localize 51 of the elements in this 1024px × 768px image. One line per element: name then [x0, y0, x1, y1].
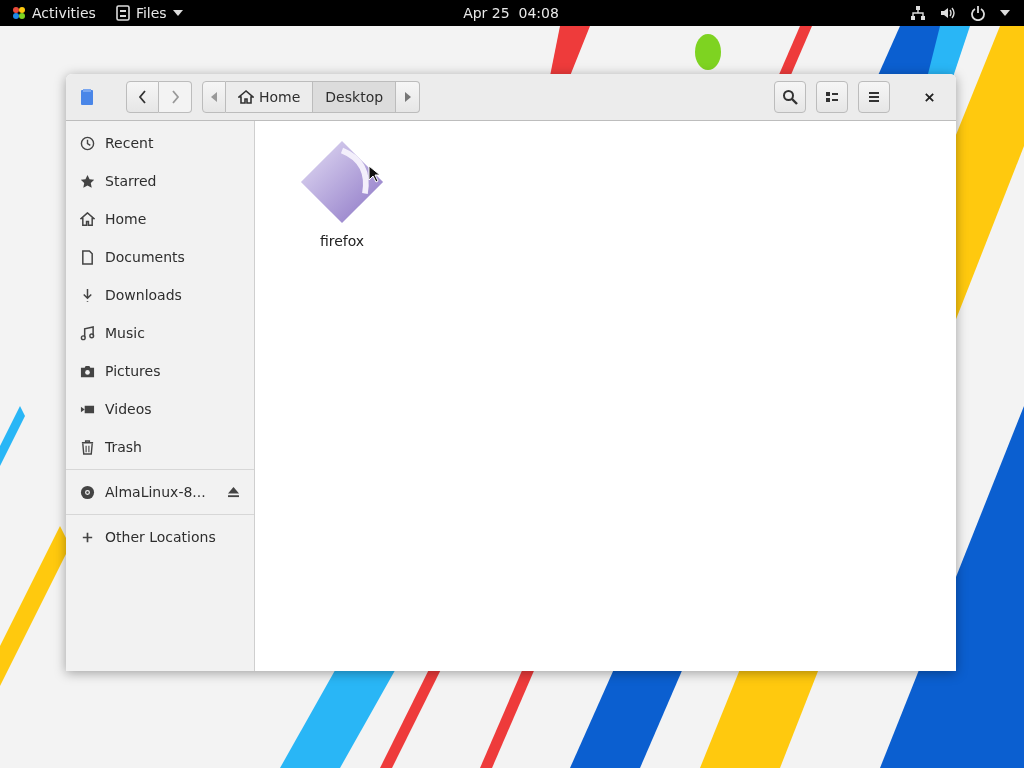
logo-icon [12, 6, 26, 20]
app-menu[interactable]: Files [115, 5, 183, 21]
gear-diamond-icon [299, 139, 385, 225]
sidebar-item[interactable]: Pictures [66, 352, 254, 390]
path-button[interactable]: Desktop [313, 81, 397, 113]
menu-icon [866, 89, 882, 105]
home-icon [80, 211, 95, 227]
network-icon[interactable] [910, 5, 926, 21]
home-icon [238, 90, 254, 104]
back-button[interactable] [126, 81, 159, 113]
file-item[interactable]: firefox [299, 139, 385, 249]
sidebar-item[interactable]: AlmaLinux-8... [66, 473, 254, 511]
sidebar-item[interactable]: Recent [66, 124, 254, 162]
scroll-left-button[interactable] [202, 81, 226, 113]
sidebar-item[interactable]: Starred [66, 162, 254, 200]
disc-icon [80, 484, 95, 500]
menu-button[interactable] [858, 81, 890, 113]
chevron-left-icon [137, 90, 148, 104]
close-icon [923, 91, 935, 103]
cabinet-icon [115, 5, 130, 21]
power-icon[interactable] [970, 5, 986, 21]
trash-icon [80, 439, 95, 455]
caret-icon [172, 10, 183, 16]
volume-icon[interactable] [940, 5, 956, 21]
activities-button[interactable]: Activities [32, 5, 96, 21]
clock[interactable]: Apr 25 04:08 [463, 5, 559, 21]
search-icon [782, 89, 798, 105]
camera-icon [80, 363, 95, 379]
star-icon [80, 173, 95, 189]
mouse-pointer-icon [368, 165, 380, 183]
path-button[interactable]: Home [226, 81, 314, 113]
sidebar-item[interactable]: Downloads [66, 276, 254, 314]
sidebar-item[interactable]: Documents [66, 238, 254, 276]
triangle-right-icon [404, 92, 411, 102]
sidebar-item[interactable]: Music [66, 314, 254, 352]
music-icon [80, 325, 95, 341]
file-manager-icon [80, 89, 94, 105]
eject-icon[interactable] [227, 486, 240, 498]
caret-icon[interactable] [1000, 10, 1010, 16]
triangle-left-icon [211, 92, 217, 102]
sidebar-item[interactable]: Other Locations [66, 518, 254, 556]
sidebar-item[interactable]: Videos [66, 390, 254, 428]
sidebar-item[interactable]: Home [66, 200, 254, 238]
sidebar-item[interactable]: Trash [66, 428, 254, 466]
document-icon [80, 249, 95, 265]
view-toggle-button[interactable] [816, 81, 848, 113]
clock-icon [80, 135, 95, 151]
chevron-right-icon [170, 90, 180, 104]
search-button[interactable] [774, 81, 806, 113]
scroll-right-button[interactable] [396, 81, 421, 113]
list-view-icon [824, 89, 840, 105]
